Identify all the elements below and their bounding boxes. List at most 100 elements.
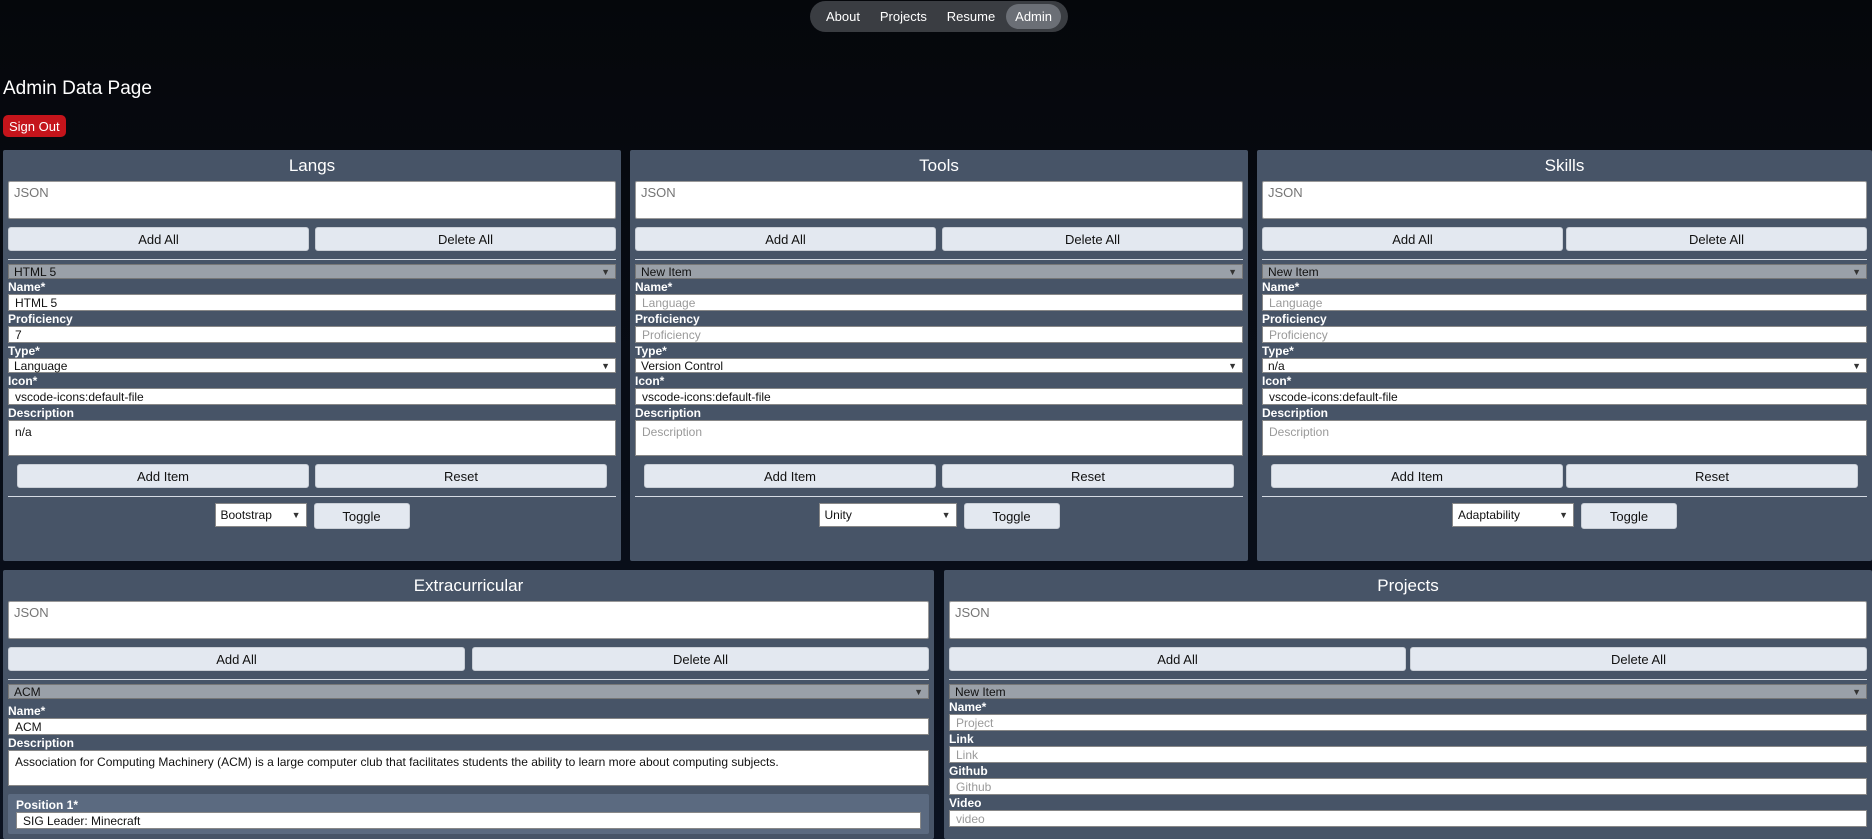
nav-projects[interactable]: Projects	[871, 4, 936, 29]
divider	[8, 259, 616, 260]
langs-json-input[interactable]	[8, 181, 616, 219]
skills-delete-all-button[interactable]: Delete All	[1566, 227, 1867, 251]
extracurricular-panel: Extracurricular Add All Delete All ACM▼ …	[3, 570, 934, 839]
extracurricular-description-label: Description	[8, 736, 75, 750]
langs-item-select[interactable]: HTML 5 ▼	[8, 264, 616, 279]
projects-add-all-button[interactable]: Add All	[949, 647, 1406, 671]
tools-name-field[interactable]: Language	[635, 294, 1243, 311]
projects-panel: Projects Add All Delete All New Item ▼ Na…	[944, 570, 1872, 839]
projects-name-label: Name*	[949, 700, 987, 714]
tools-description-label: Description	[635, 406, 702, 420]
langs-name-field[interactable]: HTML 5	[8, 294, 616, 311]
sign-out-button[interactable]: Sign Out	[3, 115, 66, 137]
skills-panel: Skills Add All Delete All New Item ▼ Name…	[1257, 150, 1872, 561]
langs-panel: Langs Add All Delete All HTML 5 ▼ Name* H…	[3, 150, 621, 561]
skills-toggle-select[interactable]: Adaptability ▼	[1452, 503, 1574, 527]
page-title: Admin Data Page	[3, 78, 152, 99]
tools-icon-field[interactable]: vscode-icons:default-file	[635, 388, 1243, 405]
langs-reset-button[interactable]: Reset	[315, 464, 607, 488]
skills-icon-field[interactable]: vscode-icons:default-file	[1262, 388, 1867, 405]
langs-delete-all-button[interactable]: Delete All	[315, 227, 616, 251]
langs-add-item-button[interactable]: Add Item	[17, 464, 309, 488]
skills-type-select[interactable]: n/a ▼	[1262, 358, 1867, 373]
divider	[635, 259, 1243, 260]
langs-description-label: Description	[8, 406, 75, 420]
skills-item-select[interactable]: New Item ▼	[1262, 264, 1867, 279]
tools-json-input[interactable]	[635, 181, 1243, 219]
langs-item-select-value: HTML 5	[14, 264, 57, 279]
projects-json-input[interactable]	[949, 601, 1867, 639]
tools-proficiency-field[interactable]: Proficiency	[635, 326, 1243, 343]
top-nav: About Projects Resume Admin	[810, 1, 1068, 32]
langs-toggle-button[interactable]: Toggle	[313, 503, 410, 529]
extracurricular-name-label: Name*	[8, 704, 46, 718]
langs-type-select[interactable]: Language ▼	[8, 358, 616, 373]
chevron-down-icon: ▼	[1852, 686, 1861, 697]
skills-type-label: Type*	[1262, 344, 1294, 358]
projects-item-select-value: New Item	[955, 684, 1006, 699]
projects-item-select[interactable]: New Item ▼	[949, 684, 1867, 699]
extracurricular-name-field[interactable]: ACM	[8, 718, 929, 735]
tools-add-item-button[interactable]: Add Item	[644, 464, 936, 488]
tools-add-all-button[interactable]: Add All	[635, 227, 936, 251]
projects-link-field[interactable]: Link	[949, 746, 1867, 763]
langs-icon-field[interactable]: vscode-icons:default-file	[8, 388, 616, 405]
tools-delete-all-button[interactable]: Delete All	[942, 227, 1243, 251]
skills-reset-button[interactable]: Reset	[1566, 464, 1858, 488]
extracurricular-json-input[interactable]	[8, 601, 929, 639]
skills-description-label: Description	[1262, 406, 1329, 420]
nav-resume[interactable]: Resume	[938, 4, 1004, 29]
extracurricular-description-field[interactable]: Association for Computing Machinery (ACM…	[8, 750, 929, 786]
skills-title: Skills	[1544, 156, 1585, 175]
extracurricular-item-select[interactable]: ACM ▼	[8, 684, 929, 699]
position-field[interactable]: SIG Leader: Minecraft	[16, 812, 921, 829]
tools-toggle-button[interactable]: Toggle	[963, 503, 1060, 529]
skills-toggle-button[interactable]: Toggle	[1581, 503, 1677, 529]
divider	[1262, 496, 1867, 497]
langs-title: Langs	[288, 156, 336, 175]
tools-reset-button[interactable]: Reset	[942, 464, 1234, 488]
chevron-down-icon: ▼	[1559, 510, 1568, 520]
skills-icon-label: Icon*	[1262, 374, 1292, 388]
chevron-down-icon: ▼	[291, 510, 301, 520]
skills-proficiency-field[interactable]: Proficiency	[1262, 326, 1867, 343]
extracurricular-title: Extracurricular	[413, 576, 524, 595]
extracurricular-delete-all-button[interactable]: Delete All	[472, 647, 929, 671]
skills-add-item-button[interactable]: Add Item	[1271, 464, 1563, 488]
nav-admin[interactable]: Admin	[1006, 4, 1062, 29]
tools-item-select-value: New Item	[641, 264, 692, 279]
nav-about[interactable]: About	[817, 4, 869, 29]
projects-delete-all-button[interactable]: Delete All	[1410, 647, 1867, 671]
projects-video-field[interactable]: video	[949, 810, 1867, 827]
tools-description-field[interactable]: Description	[635, 420, 1243, 456]
tools-type-select[interactable]: Version Control ▼	[635, 358, 1243, 373]
divider	[1262, 259, 1867, 260]
tools-toggle-select[interactable]: Unity ▼	[818, 503, 957, 527]
skills-item-select-value: New Item	[1268, 264, 1319, 279]
skills-json-input[interactable]	[1262, 181, 1867, 219]
skills-add-all-button[interactable]: Add All	[1262, 227, 1563, 251]
langs-toggle-select[interactable]: Bootstrap ▼	[214, 503, 307, 527]
extracurricular-add-all-button[interactable]: Add All	[8, 647, 465, 671]
langs-description-field[interactable]: n/a	[8, 420, 616, 456]
langs-add-all-button[interactable]: Add All	[8, 227, 309, 251]
projects-link-label: Link	[949, 732, 974, 746]
divider	[8, 679, 929, 680]
langs-proficiency-field[interactable]: 7	[8, 326, 616, 343]
tools-proficiency-label: Proficiency	[635, 312, 700, 326]
tools-title: Tools	[919, 156, 959, 175]
projects-github-field[interactable]: Github	[949, 778, 1867, 795]
extracurricular-item-select-value: ACM	[14, 684, 41, 699]
chevron-down-icon: ▼	[914, 686, 923, 697]
projects-name-field[interactable]: Project	[949, 714, 1867, 731]
skills-description-field[interactable]: Description	[1262, 420, 1867, 456]
chevron-down-icon: ▼	[1852, 360, 1861, 371]
position-label: Position 1*	[16, 798, 79, 812]
projects-github-label: Github	[949, 764, 988, 778]
tools-item-select[interactable]: New Item ▼	[635, 264, 1243, 279]
langs-type-value: Language	[14, 358, 68, 373]
skills-name-field[interactable]: Language	[1262, 294, 1867, 311]
projects-title: Projects	[1377, 576, 1439, 595]
langs-toggle-select-value: Bootstrap	[220, 508, 272, 522]
langs-name-label: Name*	[8, 280, 46, 294]
